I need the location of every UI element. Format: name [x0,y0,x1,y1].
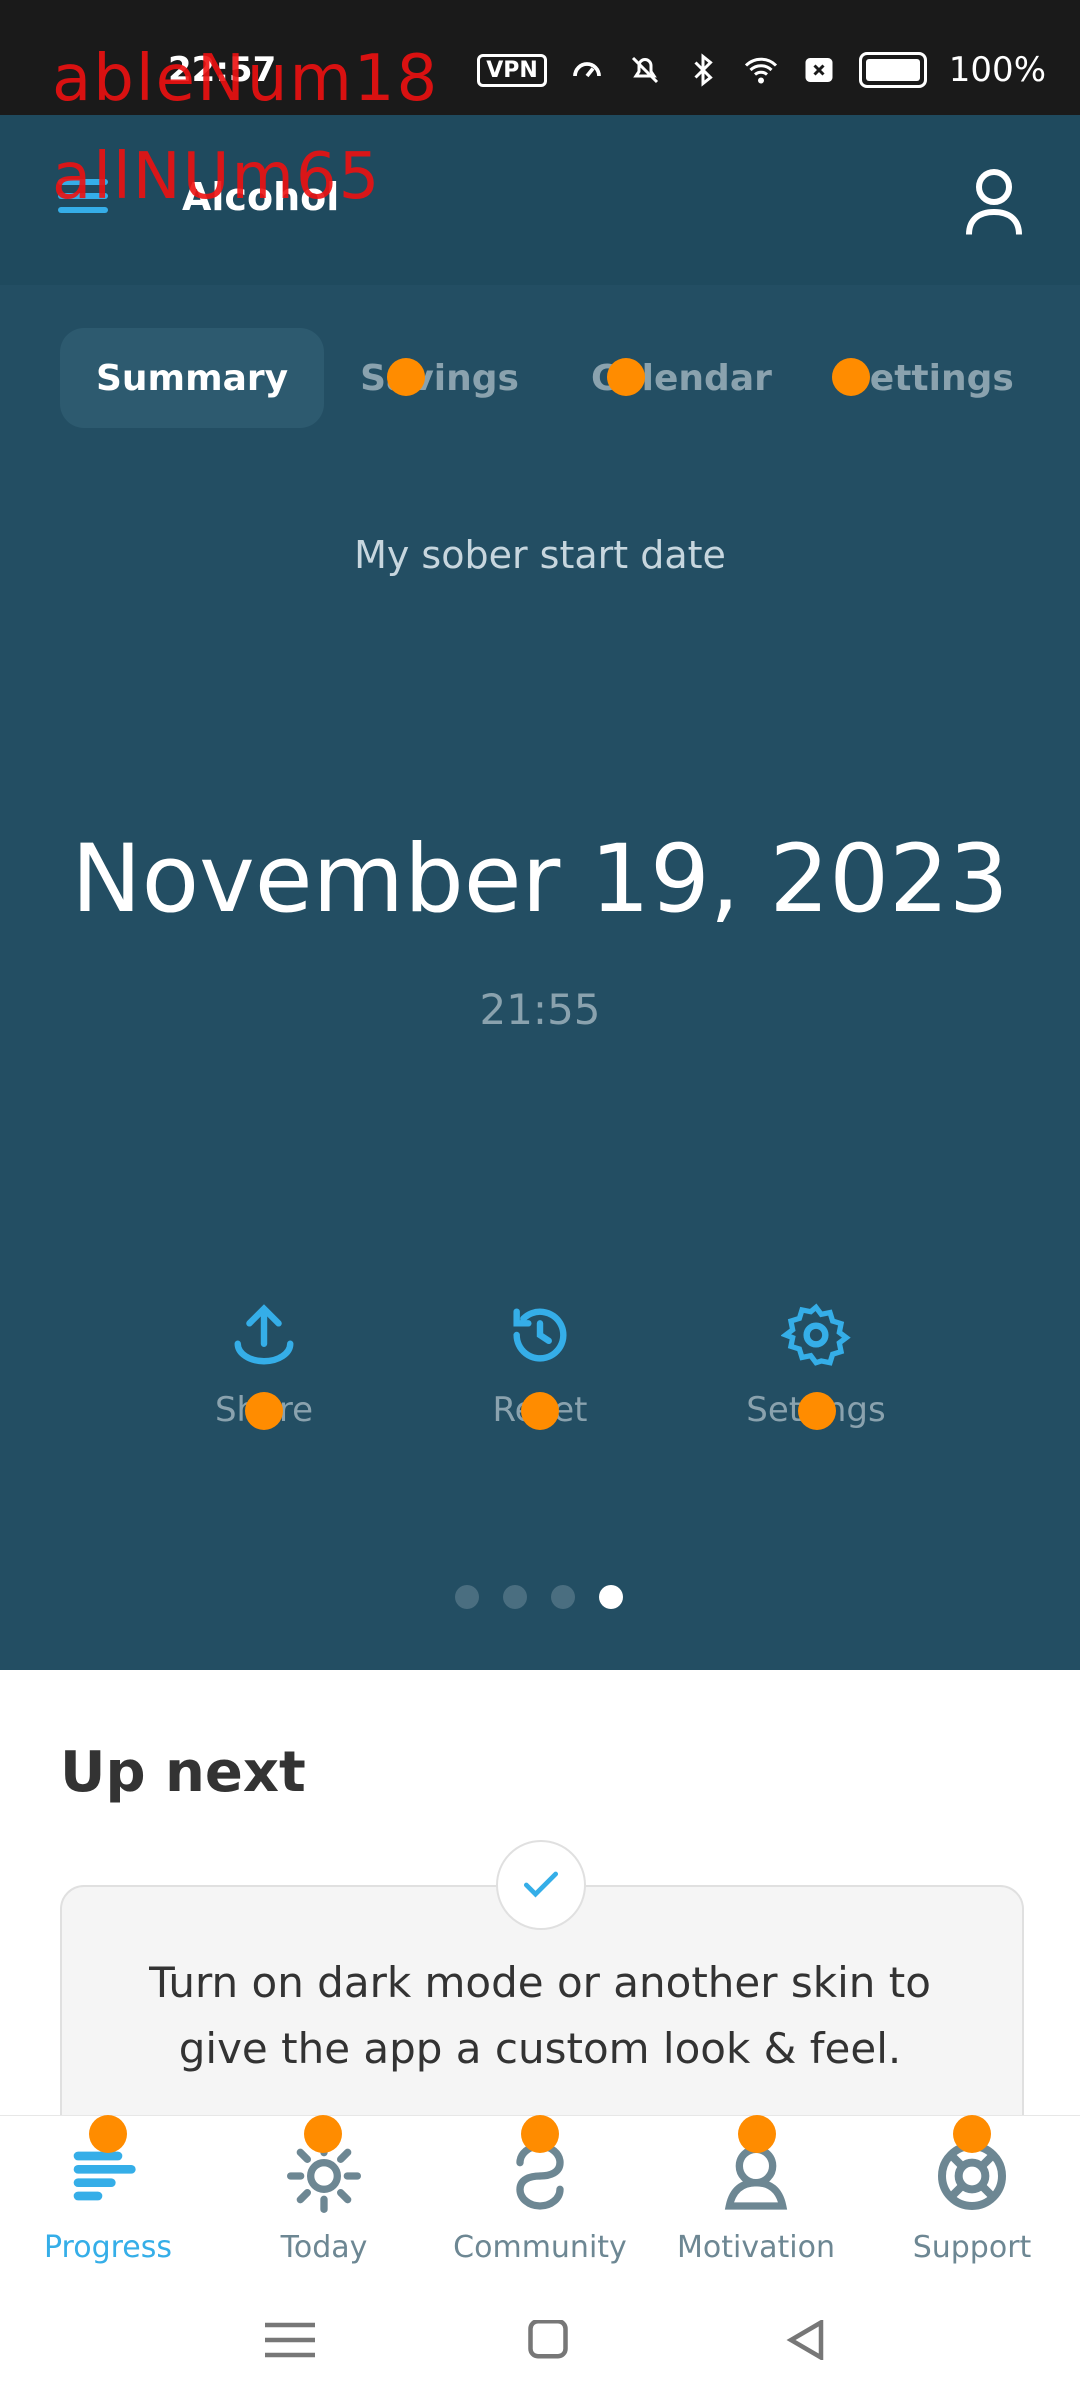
nav-community-label: Community [453,2230,627,2265]
overlay-text-1: ableNum18 [52,42,440,116]
nav-support-label: Support [912,2230,1032,2265]
tab-savings[interactable]: Savings [324,328,555,428]
system-nav-bar [0,2280,1080,2400]
sober-start-label: My sober start date [354,533,726,577]
sim-icon [805,58,833,82]
nav-progress[interactable]: Progress [0,2136,216,2265]
battery-icon [858,52,927,88]
summary-panel: Alcohol Summary Savings Calendar Setting… [0,115,1080,1670]
marker-dot [607,358,645,396]
marker-dot [245,1392,283,1430]
battery-percent: 100% [948,50,1046,90]
marker-dot [738,2115,776,2153]
up-next-heading: Up next [60,1740,306,1805]
marker-dot [832,358,870,396]
speed-icon [572,62,601,78]
marker-dot [304,2115,342,2153]
nav-support[interactable]: Support [864,2136,1080,2265]
marker-dot [89,2115,127,2153]
sober-start-date: November 19, 2023 [71,825,1009,934]
profile-icon[interactable] [964,167,1024,237]
mute-icon [631,56,658,84]
marker-dot [387,358,425,396]
nav-community[interactable]: Community [432,2136,648,2265]
gear-icon [780,1303,851,1366]
wifi-icon [744,57,777,84]
up-next-text: Turn on dark mode or another skin to giv… [149,1958,931,2073]
vpn-icon: VPN [477,53,547,87]
status-icons: VPN 100% [477,50,1046,90]
marker-dot [798,1392,836,1430]
page-dot[interactable] [455,1585,479,1609]
nav-progress-label: Progress [43,2230,173,2265]
marker-dot [521,1392,559,1430]
tab-summary[interactable]: Summary [60,328,325,428]
check-icon[interactable] [496,1840,586,1930]
tab-bar: Summary Savings Calendar Settings [60,328,1050,428]
home-icon[interactable] [518,2320,578,2360]
nav-motivation-label: Motivation [677,2230,835,2265]
page-dot[interactable] [503,1585,527,1609]
page-indicator [455,1585,623,1609]
overlay-text-2: allNUm65 [52,140,382,214]
nav-today[interactable]: Today [216,2136,432,2265]
share-icon [234,1304,294,1365]
bluetooth-icon [694,53,713,87]
marker-dot [521,2115,559,2153]
sober-start-time: 21:55 [479,985,601,1034]
tab-calendar[interactable]: Calendar [555,328,808,428]
recents-icon[interactable] [260,2320,320,2360]
history-icon [513,1308,567,1362]
page-dot[interactable] [551,1585,575,1609]
nav-today-label: Today [280,2230,368,2265]
marker-dot [953,2115,991,2153]
back-icon[interactable] [776,2320,836,2360]
nav-motivation[interactable]: Motivation [648,2136,864,2265]
page-dot-active[interactable] [599,1585,623,1609]
